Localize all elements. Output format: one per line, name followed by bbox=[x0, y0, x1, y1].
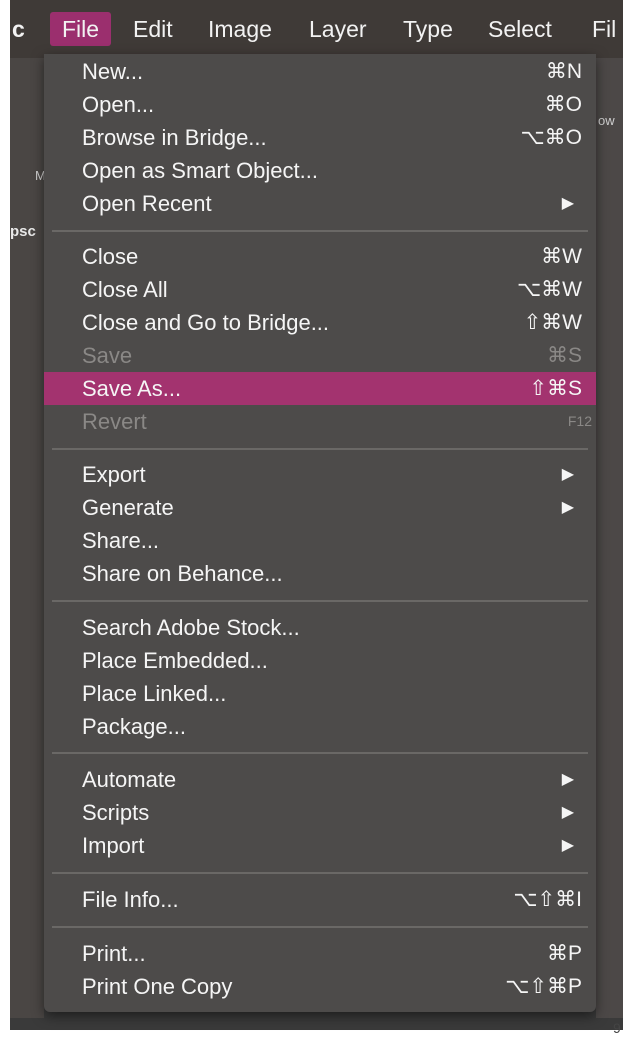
right-panel-background: ow bbox=[596, 58, 623, 1018]
menu-item-label: Open Recent bbox=[82, 191, 212, 216]
menu-separator bbox=[52, 752, 588, 754]
submenu-arrow-icon: ▶ bbox=[561, 195, 574, 212]
menu-item-search-adobe-stock[interactable]: Search Adobe Stock... bbox=[44, 611, 596, 644]
submenu-arrow-icon: ▶ bbox=[561, 499, 574, 516]
menubar-item-edit[interactable]: Edit bbox=[133, 12, 173, 46]
menu-item-print[interactable]: Print... ⌘P bbox=[44, 937, 596, 970]
menu-item-close[interactable]: Close ⌘W bbox=[44, 240, 596, 273]
menu-item-shortcut: ⌥⇧⌘P bbox=[505, 975, 582, 998]
menu-item-save: Save ⌘S bbox=[44, 339, 596, 372]
file-menu-dropdown: New... ⌘N Open... ⌘O Browse in Bridge...… bbox=[44, 54, 596, 1012]
menu-item-save-as[interactable]: Save As... ⇧⌘S bbox=[44, 372, 596, 405]
menubar-item-image[interactable]: Image bbox=[208, 12, 272, 46]
menu-item-label: Place Linked... bbox=[82, 681, 227, 706]
menu-item-automate[interactable]: Automate ▶ bbox=[44, 763, 596, 796]
menu-item-file-info[interactable]: File Info... ⌥⇧⌘I bbox=[44, 883, 596, 916]
menu-item-package[interactable]: Package... bbox=[44, 710, 596, 743]
menu-item-label: Revert bbox=[82, 409, 147, 434]
menu-item-share[interactable]: Share... bbox=[44, 524, 596, 557]
menu-item-label: Place Embedded... bbox=[82, 648, 268, 673]
menubar-app-fragment[interactable]: c bbox=[12, 12, 25, 46]
submenu-arrow-icon: ▶ bbox=[561, 837, 574, 854]
menu-item-label: Browse in Bridge... bbox=[82, 125, 267, 150]
menu-item-label: Import bbox=[82, 833, 145, 858]
menubar-item-file[interactable]: File bbox=[50, 12, 112, 46]
page-number-fragment: 9 bbox=[613, 1020, 621, 1036]
menu-item-place-linked[interactable]: Place Linked... bbox=[44, 677, 596, 710]
submenu-arrow-icon: ▶ bbox=[561, 771, 574, 788]
menu-item-shortcut: ⌥⌘O bbox=[520, 126, 582, 149]
menu-item-label: Open... bbox=[82, 92, 155, 117]
menu-item-label: File Info... bbox=[82, 887, 179, 912]
menu-item-label: Generate bbox=[82, 495, 174, 520]
menu-item-new[interactable]: New... ⌘N bbox=[44, 55, 596, 88]
menu-item-shortcut: ⌘O bbox=[544, 93, 582, 116]
menu-item-label: Share on Behance... bbox=[82, 561, 283, 586]
menu-item-label: Export bbox=[82, 462, 146, 487]
menubar-item-select[interactable]: Select bbox=[488, 12, 552, 46]
left-panel-background: M psc bbox=[10, 58, 46, 1018]
background-text-fragment-right: ow bbox=[598, 113, 615, 128]
menu-item-shortcut: F12 bbox=[567, 413, 592, 429]
menubar-item-type[interactable]: Type bbox=[403, 12, 453, 46]
menu-separator bbox=[52, 230, 588, 232]
menu-item-shortcut: ⇧⌘W bbox=[523, 311, 582, 334]
menu-item-label: Save bbox=[82, 343, 133, 368]
menu-item-open-as-smart-object[interactable]: Open as Smart Object... bbox=[44, 154, 596, 187]
menu-item-label: Print... bbox=[82, 941, 146, 966]
menu-item-scripts[interactable]: Scripts ▶ bbox=[44, 796, 596, 829]
menu-item-open[interactable]: Open... ⌘O bbox=[44, 88, 596, 121]
menu-item-close-all[interactable]: Close All ⌥⌘W bbox=[44, 273, 596, 306]
menu-item-label: Save As... bbox=[82, 376, 182, 401]
menu-item-browse-in-bridge[interactable]: Browse in Bridge... ⌥⌘O bbox=[44, 121, 596, 154]
menu-item-label: Close All bbox=[82, 277, 168, 302]
menu-item-export[interactable]: Export ▶ bbox=[44, 458, 596, 491]
menu-item-shortcut: ⌘N bbox=[545, 60, 582, 83]
submenu-arrow-icon: ▶ bbox=[561, 466, 574, 483]
menu-item-place-embedded[interactable]: Place Embedded... bbox=[44, 644, 596, 677]
menu-item-shortcut: ⌘W bbox=[541, 245, 582, 268]
menu-item-label: New... bbox=[82, 59, 144, 84]
menu-item-open-recent[interactable]: Open Recent ▶ bbox=[44, 187, 596, 220]
menu-item-label: Print One Copy bbox=[82, 974, 233, 999]
menu-item-shortcut: ⌘S bbox=[546, 344, 582, 367]
menu-separator bbox=[52, 448, 588, 450]
menu-item-label: Search Adobe Stock... bbox=[82, 615, 300, 640]
menubar-item-layer[interactable]: Layer bbox=[309, 12, 367, 46]
menu-item-label: Package... bbox=[82, 714, 186, 739]
menu-item-shortcut: ⌥⌘W bbox=[516, 278, 582, 301]
menu-bar: c File Edit Image Layer Type Select Fil bbox=[10, 0, 623, 58]
menubar-item-filter[interactable]: Fil bbox=[592, 12, 616, 46]
menu-separator bbox=[52, 872, 588, 874]
menu-item-generate[interactable]: Generate ▶ bbox=[44, 491, 596, 524]
menu-separator bbox=[52, 926, 588, 928]
menu-item-label: Close and Go to Bridge... bbox=[82, 310, 330, 335]
menu-item-close-and-go-to-bridge[interactable]: Close and Go to Bridge... ⇧⌘W bbox=[44, 306, 596, 339]
menu-item-share-on-behance[interactable]: Share on Behance... bbox=[44, 557, 596, 590]
menu-item-label: Close bbox=[82, 244, 139, 269]
menu-item-revert: Revert F12 bbox=[44, 405, 596, 438]
menu-separator bbox=[52, 600, 588, 602]
menu-item-import[interactable]: Import ▶ bbox=[44, 829, 596, 862]
menu-item-shortcut: ⌘P bbox=[546, 942, 582, 965]
menu-item-shortcut: ⌥⇧⌘I bbox=[513, 888, 582, 911]
menu-item-label: Automate bbox=[82, 767, 177, 792]
submenu-arrow-icon: ▶ bbox=[561, 804, 574, 821]
menu-item-label: Scripts bbox=[82, 800, 150, 825]
menu-item-shortcut: ⇧⌘S bbox=[529, 377, 582, 400]
document-tab-fragment[interactable]: psc bbox=[10, 223, 36, 240]
menu-item-print-one-copy[interactable]: Print One Copy ⌥⇧⌘P bbox=[44, 970, 596, 1003]
menu-item-label: Open as Smart Object... bbox=[82, 158, 318, 183]
menu-item-label: Share... bbox=[82, 528, 160, 553]
